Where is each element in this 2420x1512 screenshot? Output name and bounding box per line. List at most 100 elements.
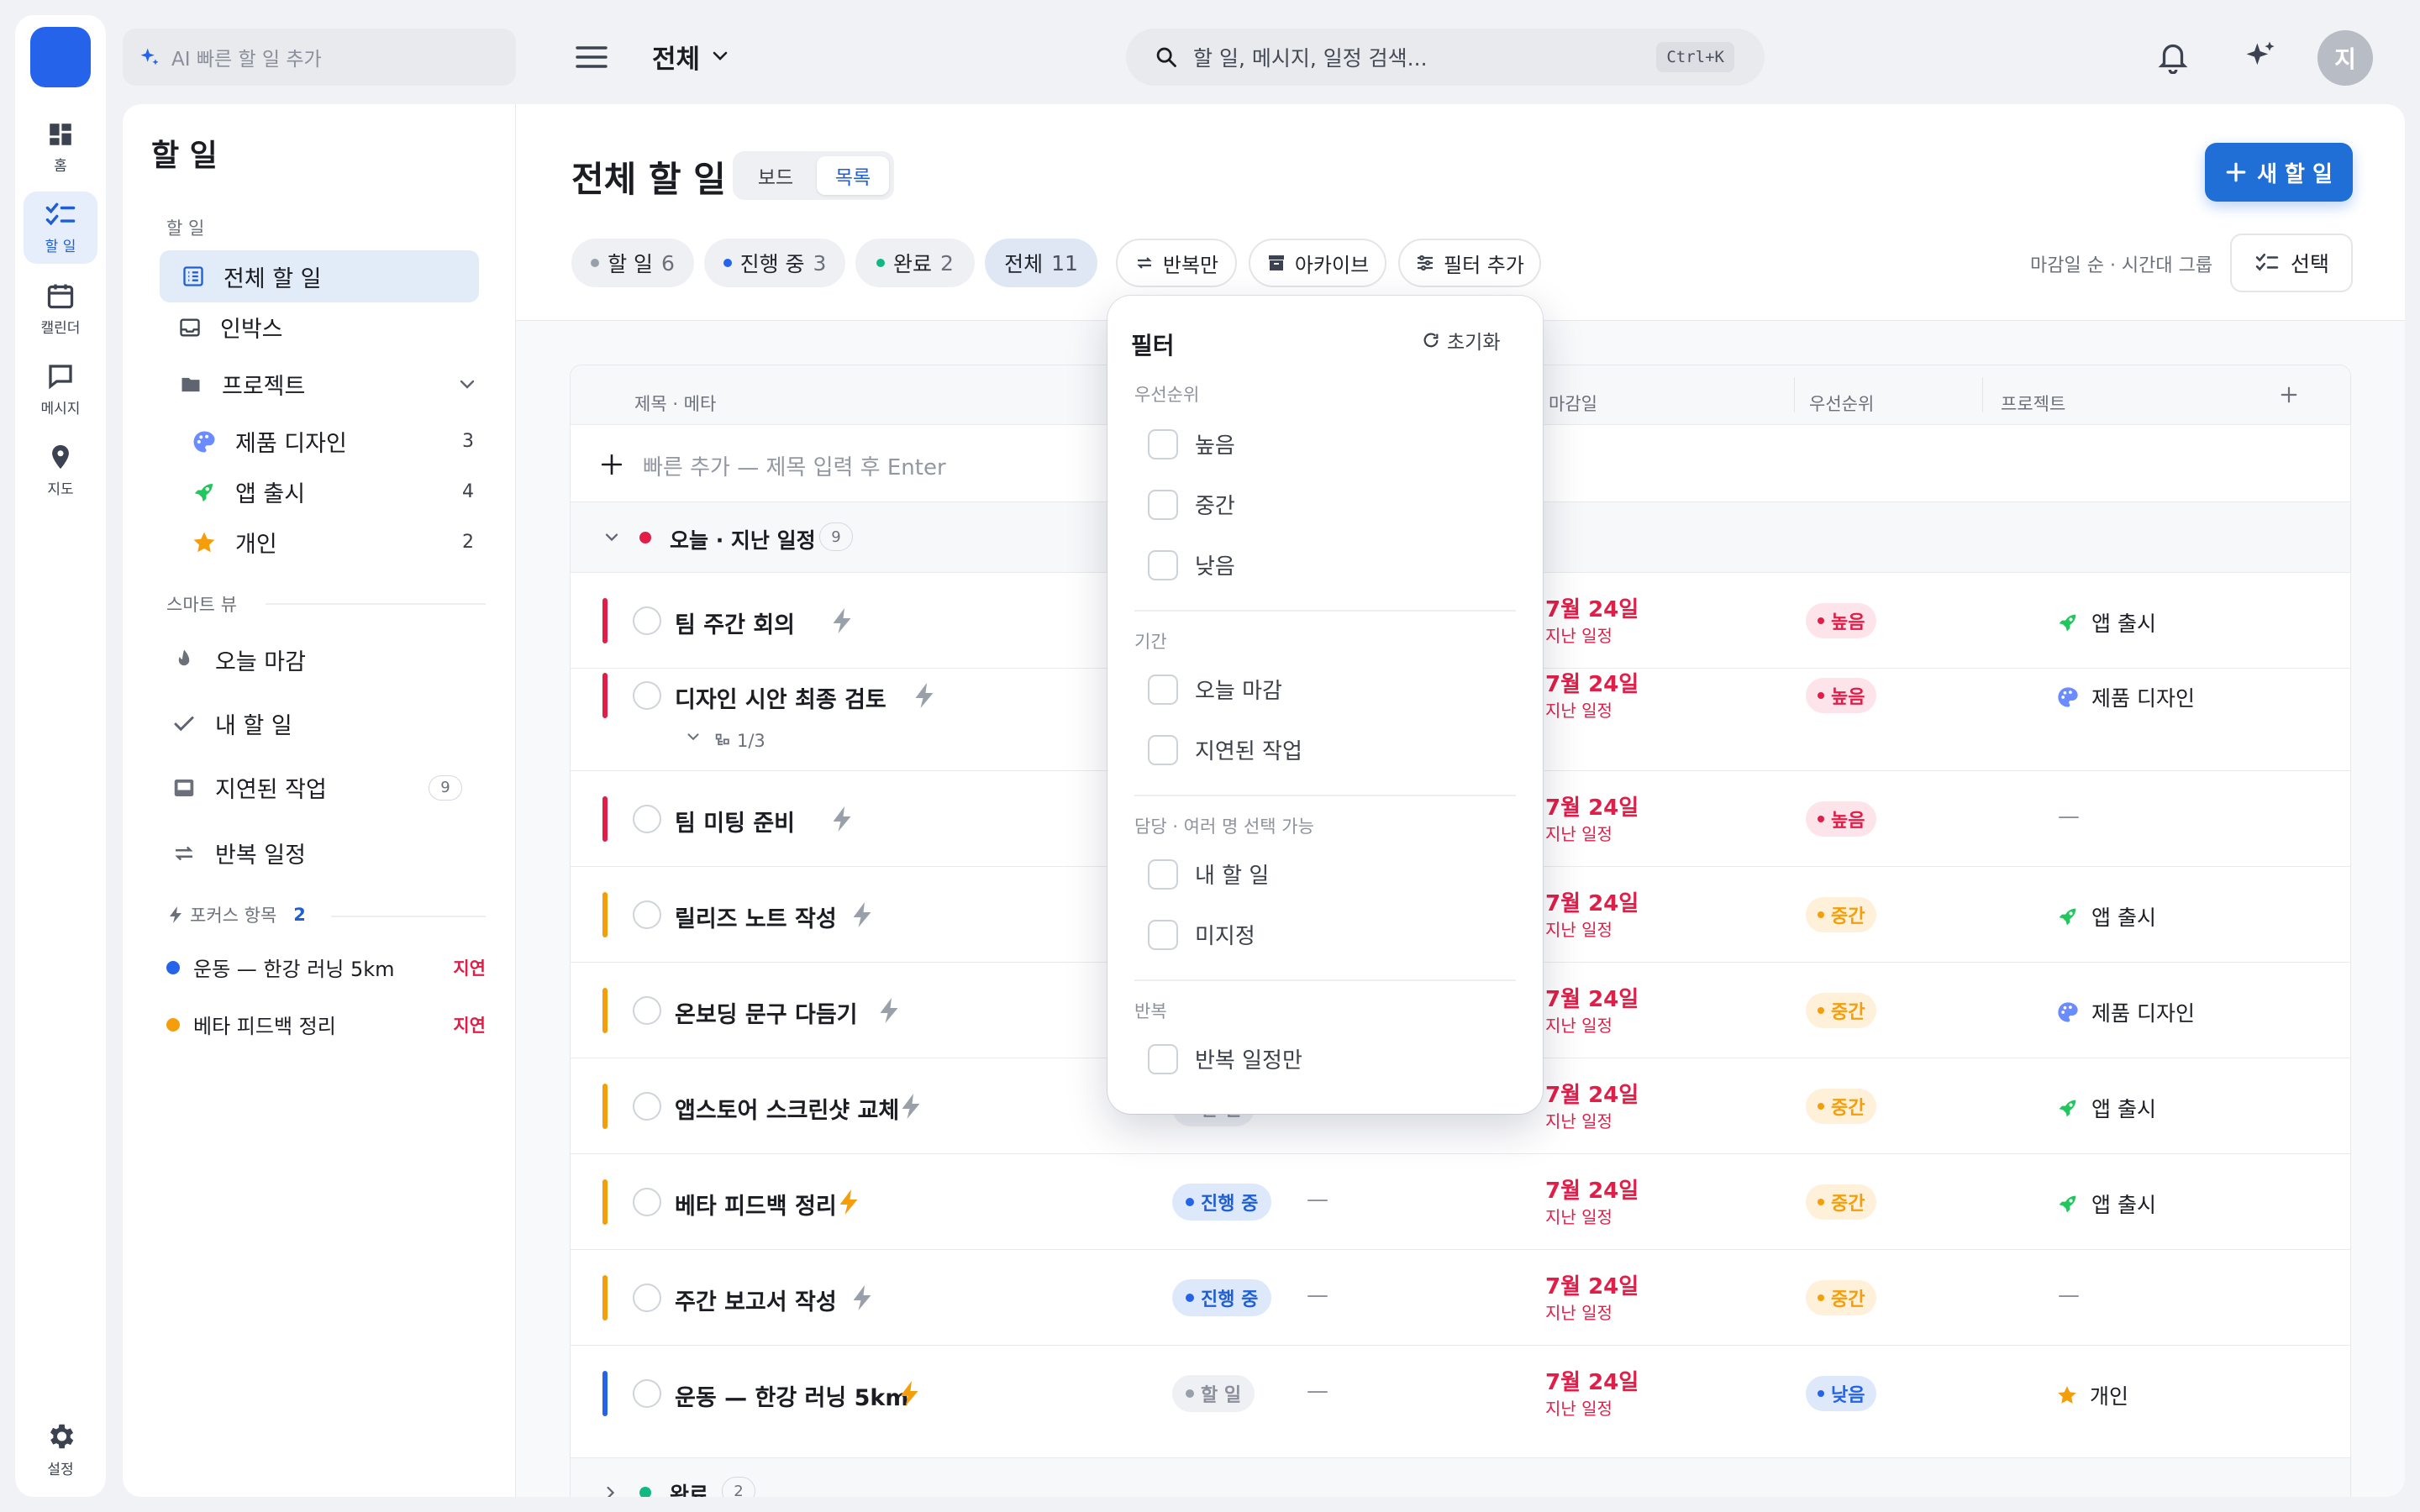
- priority-badge[interactable]: 중간: [1806, 897, 1877, 932]
- smart-view-overdue[interactable]: 지연된 작업 9: [171, 771, 508, 804]
- filter-option-repeat-only[interactable]: 반복 일정만: [1148, 1043, 1302, 1074]
- project-cell[interactable]: 제품 디자인: [2056, 682, 2195, 712]
- priority-badge[interactable]: 높음: [1806, 801, 1877, 837]
- ai-quick-add-input[interactable]: AI 빠른 할 일 추가: [123, 29, 516, 86]
- filter-pill-done[interactable]: 완료 2: [855, 239, 975, 287]
- project-cell[interactable]: 앱 출시: [2056, 901, 2156, 932]
- global-search-input[interactable]: 할 일, 메시지, 일정 검색... Ctrl+K: [1126, 29, 1765, 86]
- view-list-button[interactable]: 목록: [817, 156, 889, 195]
- task-complete-checkbox[interactable]: [633, 1188, 661, 1216]
- filter-option-overdue[interactable]: 지연된 작업: [1148, 734, 1302, 765]
- sidebar-project-app-launch[interactable]: 앱 출시 4: [192, 475, 516, 508]
- bolt-icon[interactable]: [833, 806, 851, 832]
- task-complete-checkbox[interactable]: [633, 996, 661, 1025]
- filter-pill-all[interactable]: 전체 11: [985, 239, 1097, 287]
- priority-badge[interactable]: 중간: [1806, 1280, 1877, 1315]
- rail-messages[interactable]: 메시지: [24, 353, 97, 425]
- focus-item-beta-feedback[interactable]: 베타 피드백 정리 지연: [166, 1010, 486, 1039]
- sidebar-project-personal[interactable]: 개인 2: [192, 526, 516, 559]
- priority-badge[interactable]: 높음: [1806, 678, 1877, 713]
- table-row[interactable]: 운동 — 한강 러닝 5km 할 일 — 7월 24일 지난 일정 낮음 개인: [571, 1345, 2350, 1441]
- task-title[interactable]: 주간 보고서 작성: [675, 1284, 837, 1316]
- checkbox[interactable]: [1148, 858, 1178, 890]
- filter-option-high[interactable]: 높음: [1148, 428, 1235, 459]
- filter-pill-todo[interactable]: 할 일 6: [571, 239, 694, 287]
- task-complete-checkbox[interactable]: [633, 1092, 661, 1121]
- chevron-down-icon[interactable]: [687, 732, 700, 742]
- bolt-icon[interactable]: [853, 1285, 871, 1310]
- status-badge[interactable]: 할 일: [1172, 1375, 1255, 1412]
- task-complete-checkbox[interactable]: [633, 805, 661, 833]
- priority-badge[interactable]: 중간: [1806, 993, 1877, 1028]
- sidebar-item-inbox[interactable]: 인박스: [178, 311, 283, 344]
- bolt-icon[interactable]: [902, 1094, 920, 1119]
- task-title[interactable]: 운동 — 한강 러닝 5km: [675, 1379, 909, 1412]
- rail-map[interactable]: 지도: [24, 433, 97, 506]
- hamburger-menu-icon[interactable]: [575, 44, 608, 71]
- checkbox[interactable]: [1148, 549, 1178, 580]
- task-complete-checkbox[interactable]: [633, 606, 661, 635]
- task-complete-checkbox[interactable]: [633, 1379, 661, 1408]
- priority-badge[interactable]: 중간: [1806, 1089, 1877, 1124]
- bell-icon[interactable]: [2158, 40, 2188, 74]
- bolt-icon[interactable]: [900, 1381, 918, 1406]
- bolt-icon[interactable]: [839, 1189, 858, 1215]
- sort-label[interactable]: 마감일 순 · 시간대 그룹: [2030, 250, 2212, 277]
- chevron-down-icon[interactable]: [459, 379, 476, 391]
- task-title[interactable]: 베타 피드백 정리: [675, 1188, 837, 1221]
- add-filter-button[interactable]: 필터 추가: [1398, 239, 1541, 287]
- group-header-done[interactable]: 완료 2: [571, 1457, 2350, 1497]
- new-task-button[interactable]: 새 할 일: [2205, 143, 2353, 202]
- project-cell[interactable]: 제품 디자인: [2056, 997, 2195, 1027]
- priority-badge[interactable]: 높음: [1806, 603, 1877, 638]
- bolt-icon[interactable]: [915, 683, 934, 708]
- project-cell[interactable]: 앱 출시: [2056, 1093, 2156, 1123]
- status-badge[interactable]: 진행 중: [1172, 1279, 1272, 1316]
- rail-calendar[interactable]: 캘린더: [24, 272, 97, 344]
- filter-option-unassigned[interactable]: 미지정: [1148, 919, 1255, 950]
- table-row[interactable]: 주간 보고서 작성 진행 중 — 7월 24일 지난 일정 중간 —: [571, 1249, 2350, 1345]
- filter-option-my-todos[interactable]: 내 할 일: [1148, 858, 1269, 890]
- sidebar-item-projects[interactable]: 프로젝트: [178, 368, 497, 401]
- filter-option-medium[interactable]: 중간: [1148, 489, 1235, 520]
- task-title[interactable]: 릴리즈 노트 작성: [675, 900, 837, 933]
- bolt-icon[interactable]: [880, 998, 898, 1023]
- checkbox[interactable]: [1148, 919, 1178, 950]
- task-complete-checkbox[interactable]: [633, 681, 661, 710]
- task-title[interactable]: 디자인 시안 최종 검토: [675, 681, 886, 714]
- smart-view-today-due[interactable]: 오늘 마감: [171, 643, 306, 676]
- project-cell[interactable]: 앱 출시: [2056, 607, 2156, 638]
- app-logo[interactable]: [30, 27, 91, 87]
- project-cell[interactable]: 개인: [2056, 1380, 2128, 1410]
- sparkle-ai-icon[interactable]: [2242, 39, 2279, 76]
- filter-reset-button[interactable]: 초기화: [1422, 326, 1500, 354]
- checkbox[interactable]: [1148, 734, 1178, 765]
- task-complete-checkbox[interactable]: [633, 900, 661, 929]
- filter-option-today-due[interactable]: 오늘 마감: [1148, 674, 1282, 705]
- task-title[interactable]: 팀 주간 회의: [675, 606, 795, 639]
- view-board-button[interactable]: 보드: [738, 156, 813, 195]
- priority-badge[interactable]: 중간: [1806, 1184, 1877, 1220]
- select-mode-button[interactable]: 선택: [2230, 234, 2353, 292]
- smart-view-my-todos[interactable]: 내 할 일: [171, 707, 292, 740]
- task-title[interactable]: 팀 미팅 준비: [675, 805, 795, 837]
- status-badge[interactable]: 진행 중: [1172, 1184, 1272, 1221]
- checkbox[interactable]: [1148, 489, 1178, 520]
- table-row[interactable]: 베타 피드백 정리 진행 중 — 7월 24일 지난 일정 중간 앱 출시: [571, 1153, 2350, 1249]
- rail-home[interactable]: 홈: [24, 111, 97, 183]
- rail-todo[interactable]: 할 일: [24, 192, 97, 264]
- checkbox[interactable]: [1148, 674, 1178, 705]
- task-title[interactable]: 앱스토어 스크린샷 교체: [675, 1092, 899, 1125]
- scope-dropdown[interactable]: 전체: [652, 35, 729, 77]
- priority-badge[interactable]: 낮음: [1806, 1376, 1877, 1411]
- archive-button[interactable]: 아카이브: [1249, 239, 1386, 287]
- filter-option-low[interactable]: 낮음: [1148, 549, 1235, 580]
- checkbox[interactable]: [1148, 428, 1178, 459]
- rail-settings[interactable]: 설정: [24, 1413, 97, 1485]
- sidebar-item-all-todos[interactable]: 전체 할 일: [160, 250, 479, 302]
- sidebar-project-product-design[interactable]: 제품 디자인 3: [192, 425, 516, 458]
- task-title[interactable]: 온보딩 문구 다듬기: [675, 996, 858, 1029]
- add-column-icon[interactable]: [2280, 386, 2298, 404]
- bolt-icon[interactable]: [853, 902, 871, 927]
- filter-pill-progress[interactable]: 진행 중 3: [704, 239, 845, 287]
